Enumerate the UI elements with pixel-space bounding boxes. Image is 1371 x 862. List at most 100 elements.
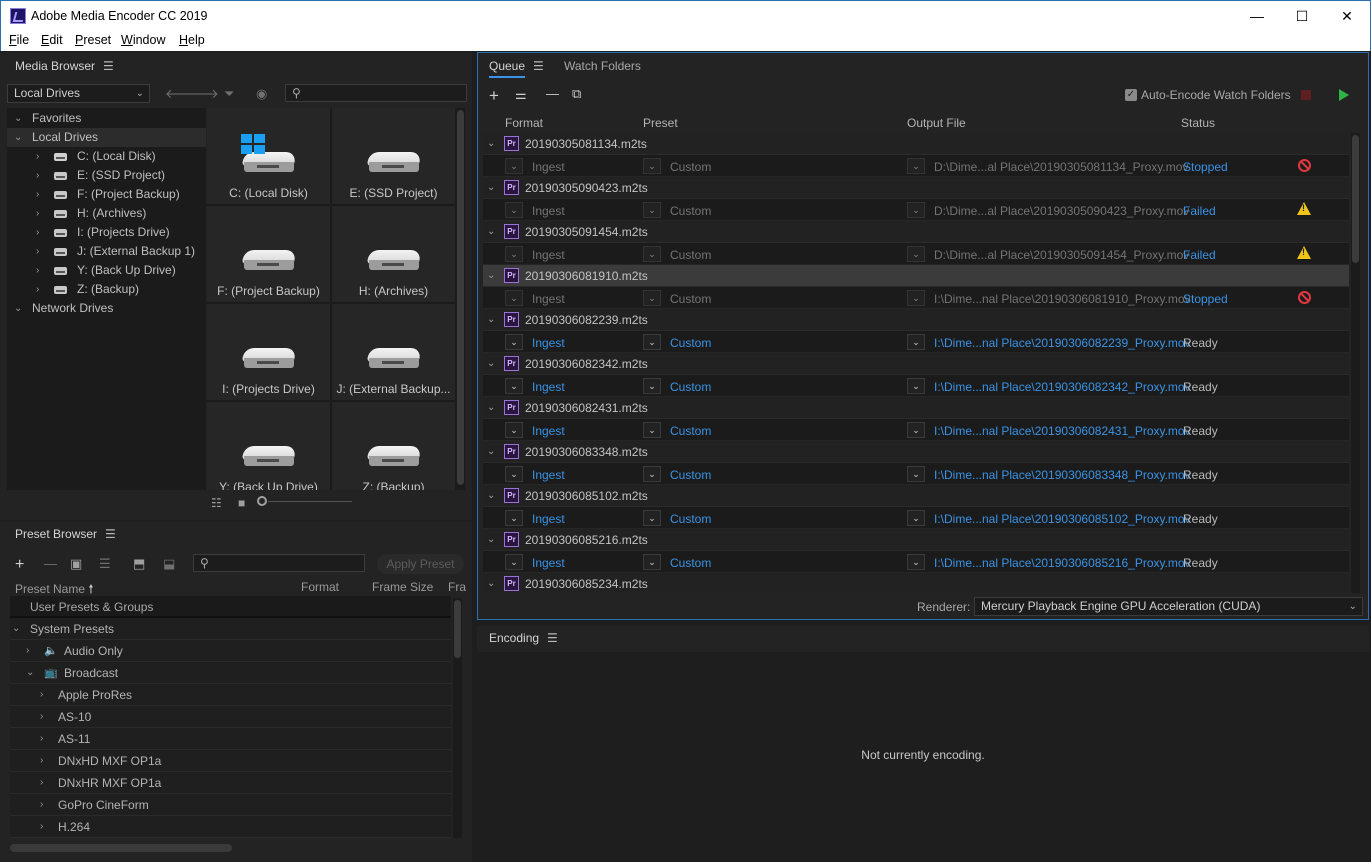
queue-output-row[interactable]: ⌄ Ingest ⌄ Custom ⌄ D:\Dime...al Place\201903… xyxy=(483,199,1349,221)
preset-value[interactable]: Custom xyxy=(670,336,711,350)
encoding-tab[interactable]: Encoding ☰ xyxy=(489,631,558,645)
tree-item[interactable]: › I: (Projects Drive) xyxy=(7,223,206,242)
add-preset-icon[interactable]: + xyxy=(15,556,24,574)
preset-scrollbar[interactable] xyxy=(453,598,462,838)
preset-dropdown-icon[interactable]: ⌄ xyxy=(643,202,661,218)
list-view-icon[interactable]: ☷ xyxy=(211,496,222,510)
preset-hscrollbar-thumb[interactable] xyxy=(10,844,232,852)
close-button[interactable]: ✕ xyxy=(1324,1,1370,31)
tree-item[interactable]: ⌄ Favorites xyxy=(7,109,206,128)
menu-edit[interactable]: Edit xyxy=(41,33,63,47)
chevron-right-icon[interactable]: › xyxy=(36,242,39,261)
drive-tile[interactable]: I: (Projects Drive) xyxy=(207,304,330,400)
status-value[interactable]: Failed xyxy=(1183,204,1216,218)
location-dropdown[interactable]: Local Drives ⌄ xyxy=(7,84,150,103)
output-file-path[interactable]: I:\Dime...nal Place\20190306085102_Proxy… xyxy=(934,512,1191,526)
queue-output-row[interactable]: ⌄ Ingest ⌄ Custom ⌄ D:\Dime...al Place\201903… xyxy=(483,155,1349,177)
menu-file[interactable]: File xyxy=(9,33,29,47)
filter-icon[interactable]: ⏷ xyxy=(224,86,234,102)
chevron-right-icon[interactable]: › xyxy=(36,166,39,185)
stop-queue-button[interactable] xyxy=(1301,90,1311,100)
chevron-right-icon[interactable]: › xyxy=(40,728,43,750)
preset-dropdown-icon[interactable]: ⌄ xyxy=(643,510,661,526)
format-value[interactable]: Ingest xyxy=(532,292,565,306)
preset-dropdown-icon[interactable]: ⌄ xyxy=(643,158,661,174)
drive-tile[interactable]: C: (Local Disk) xyxy=(207,108,330,204)
chevron-down-icon[interactable]: ⌄ xyxy=(487,270,495,281)
preset-value[interactable]: Custom xyxy=(670,204,711,218)
auto-encode-checkbox[interactable]: ✓ xyxy=(1125,89,1137,101)
duplicate-icon[interactable]: ⧉ xyxy=(572,86,581,102)
preset-row[interactable]: ⌄ System Presets xyxy=(10,618,451,640)
tree-item[interactable]: › Z: (Backup) xyxy=(7,280,206,299)
drive-tile[interactable]: J: (External Backup... xyxy=(332,304,455,400)
chevron-right-icon[interactable]: › xyxy=(36,261,39,280)
preset-dropdown-icon[interactable]: ⌄ xyxy=(643,554,661,570)
queue-output-row[interactable]: ⌄ Ingest ⌄ Custom ⌄ I:\Dime...nal Place\20190… xyxy=(483,287,1349,309)
scrollbar-thumb[interactable] xyxy=(457,110,464,485)
tree-item[interactable]: › H: (Archives) xyxy=(7,204,206,223)
queue-source-row[interactable]: ⌄ Pr 20190306082239.m2ts xyxy=(483,309,1349,331)
chevron-right-icon[interactable]: › xyxy=(40,772,43,794)
output-file-path[interactable]: I:\Dime...nal Place\20190306083348_Proxy… xyxy=(934,468,1191,482)
output-dropdown-icon[interactable]: ⌄ xyxy=(907,510,925,526)
preset-row[interactable]: › H.264 xyxy=(10,816,451,838)
menu-preset[interactable]: Preset xyxy=(75,33,111,47)
chevron-down-icon[interactable]: ⌄ xyxy=(487,578,495,589)
panel-menu-icon[interactable]: ☰ xyxy=(105,527,116,541)
output-file-path[interactable]: D:\Dime...al Place\20190305091454_Proxy.… xyxy=(934,248,1189,262)
preset-row[interactable]: › DNxHD MXF OP1a xyxy=(10,750,451,772)
queue-source-row[interactable]: ⌄ Pr 20190306085216.m2ts xyxy=(483,529,1349,551)
format-dropdown-icon[interactable]: ⌄ xyxy=(505,334,523,350)
preset-row[interactable]: User Presets & Groups xyxy=(10,596,451,618)
format-value[interactable]: Ingest xyxy=(532,512,565,526)
format-dropdown-icon[interactable]: ⌄ xyxy=(505,466,523,482)
tree-item[interactable]: › J: (External Backup 1) xyxy=(7,242,206,261)
tree-item[interactable]: › F: (Project Backup) xyxy=(7,185,206,204)
forward-arrow-icon[interactable]: 🡒 xyxy=(184,86,219,102)
chevron-down-icon[interactable]: ⌄ xyxy=(26,662,34,684)
media-browser-scrollbar[interactable] xyxy=(456,108,465,490)
menu-help[interactable]: Help xyxy=(179,33,205,47)
chevron-right-icon[interactable]: › xyxy=(40,816,43,838)
chevron-right-icon[interactable]: › xyxy=(36,223,39,242)
chevron-down-icon[interactable]: ⌄ xyxy=(487,402,495,413)
drive-tile[interactable]: Y: (Back Up Drive) xyxy=(207,402,330,490)
icon-view-icon[interactable]: ■ xyxy=(238,496,245,510)
panel-menu-icon[interactable]: ☰ xyxy=(547,631,558,645)
preset-value[interactable]: Custom xyxy=(670,160,711,174)
format-value[interactable]: Ingest xyxy=(532,556,565,570)
output-dropdown-icon[interactable]: ⌄ xyxy=(907,202,925,218)
new-group-icon[interactable]: ▣ xyxy=(70,556,82,572)
remove-preset-icon[interactable]: — xyxy=(44,556,57,571)
preset-row[interactable]: › 🔈 Audio Only xyxy=(10,640,451,662)
queue-source-row[interactable]: ⌄ Pr 20190306083348.m2ts xyxy=(483,441,1349,463)
chevron-right-icon[interactable]: › xyxy=(36,185,39,204)
column-frame-rate[interactable]: Fra xyxy=(448,580,466,594)
format-dropdown-icon[interactable]: ⌄ xyxy=(505,510,523,526)
output-file-path[interactable]: D:\Dime...al Place\20190305090423_Proxy.… xyxy=(934,204,1189,218)
output-dropdown-icon[interactable]: ⌄ xyxy=(907,554,925,570)
column-frame-size[interactable]: Frame Size xyxy=(372,580,433,594)
tree-item[interactable]: › E: (SSD Project) xyxy=(7,166,206,185)
queue-source-row[interactable]: ⌄ Pr 20190305081134.m2ts xyxy=(483,133,1349,155)
queue-output-row[interactable]: ⌄ Ingest ⌄ Custom ⌄ I:\Dime...nal Place\20190… xyxy=(483,331,1349,353)
queue-source-row[interactable]: ⌄ Pr 20190306085102.m2ts xyxy=(483,485,1349,507)
preset-row[interactable]: › AS-11 xyxy=(10,728,451,750)
export-preset-icon[interactable]: ⬓ xyxy=(163,556,175,572)
add-source-icon[interactable]: + xyxy=(489,86,499,106)
preset-row[interactable]: › GoPro CineForm xyxy=(10,794,451,816)
chevron-down-icon[interactable]: ⌄ xyxy=(487,138,495,149)
tree-item[interactable]: ⌄ Network Drives xyxy=(7,299,206,318)
output-dropdown-icon[interactable]: ⌄ xyxy=(907,466,925,482)
preset-dropdown-icon[interactable]: ⌄ xyxy=(643,466,661,482)
format-value[interactable]: Ingest xyxy=(532,248,565,262)
preset-dropdown-icon[interactable]: ⌄ xyxy=(643,422,661,438)
queue-source-row[interactable]: ⌄ Pr 20190305091454.m2ts xyxy=(483,221,1349,243)
preset-value[interactable]: Custom xyxy=(670,556,711,570)
queue-output-row[interactable]: ⌄ Ingest ⌄ Custom ⌄ I:\Dime...nal Place\20190… xyxy=(483,419,1349,441)
chevron-right-icon[interactable]: › xyxy=(40,706,43,728)
preset-search-input[interactable]: ⚲ xyxy=(193,554,365,572)
output-file-path[interactable]: I:\Dime...nal Place\20190306085216_Proxy… xyxy=(934,556,1191,570)
preset-dropdown-icon[interactable]: ⌄ xyxy=(643,334,661,350)
